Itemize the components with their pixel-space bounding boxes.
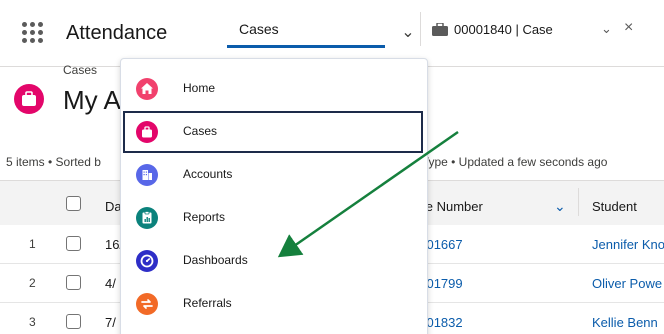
tab-case-record-label: 00001840 | Case — [454, 22, 553, 37]
menu-item-referrals[interactable]: Referrals — [123, 283, 423, 325]
gauge-icon — [136, 250, 158, 272]
briefcase-icon — [136, 121, 158, 143]
column-menu-chevron-icon[interactable]: ⌄ — [554, 198, 566, 215]
menu-item-label: Reports — [183, 210, 226, 224]
breadcrumb[interactable]: Cases — [63, 63, 97, 77]
row-number: 3 — [29, 315, 36, 329]
cell-student-link[interactable]: Kellie Benn — [592, 315, 658, 330]
menu-item-label: Accounts — [183, 167, 233, 181]
menu-item-dashboards[interactable]: Dashboards — [123, 240, 423, 282]
menu-item-home[interactable]: Home — [123, 68, 423, 110]
menu-item-label: Cases — [183, 124, 218, 138]
nav-menu-chevron-down-icon[interactable]: ⌄ — [395, 20, 421, 46]
referral-icon — [136, 293, 158, 315]
close-tab-icon[interactable]: × — [624, 19, 633, 37]
navigation-menu-dropdown: Home Cases Accounts Reports Dashboards R… — [120, 58, 428, 334]
cell-student-link[interactable]: Jennifer Kno — [592, 237, 664, 252]
select-all-checkbox[interactable] — [66, 196, 81, 211]
column-divider — [578, 188, 579, 216]
active-tab-underline — [227, 45, 385, 48]
tab-cases[interactable]: Cases — [225, 10, 385, 48]
home-icon — [136, 78, 158, 100]
cases-object-icon — [14, 84, 44, 114]
row-checkbox[interactable] — [66, 314, 81, 329]
menu-item-label: Dashboards — [183, 253, 248, 267]
briefcase-icon — [432, 23, 448, 36]
row-checkbox[interactable] — [66, 275, 81, 290]
tab-divider — [420, 12, 421, 46]
app-name: Attendance — [66, 22, 168, 44]
list-status-text: 5 items • Sorted b — [6, 155, 101, 169]
row-number: 1 — [29, 237, 36, 251]
cell-date: 4/ — [105, 276, 116, 291]
list-view-title[interactable]: My A — [63, 85, 121, 116]
row-number: 2 — [29, 276, 36, 290]
menu-item-cases[interactable]: Cases — [123, 111, 423, 153]
row-checkbox[interactable] — [66, 236, 81, 251]
column-header-student[interactable]: Student — [592, 199, 637, 214]
menu-item-label: Referrals — [183, 296, 232, 310]
app-launcher-icon[interactable] — [22, 22, 44, 44]
menu-item-label: Home — [183, 81, 216, 95]
screen: Attendance Cases ⌄ 00001840 | Case ⌄ × C… — [0, 0, 664, 334]
cell-date: 7/ — [105, 315, 116, 330]
cell-student-link[interactable]: Oliver Powe — [592, 276, 662, 291]
tab-cases-label: Cases — [239, 21, 279, 37]
menu-item-reports[interactable]: Reports — [123, 197, 423, 239]
menu-item-accounts[interactable]: Accounts — [123, 154, 423, 196]
list-status-text-continued: d Type • Updated a few seconds ago — [412, 155, 608, 169]
building-icon — [136, 164, 158, 186]
report-icon — [136, 207, 158, 229]
tab-options-chevron-icon[interactable]: ⌄ — [601, 21, 612, 37]
